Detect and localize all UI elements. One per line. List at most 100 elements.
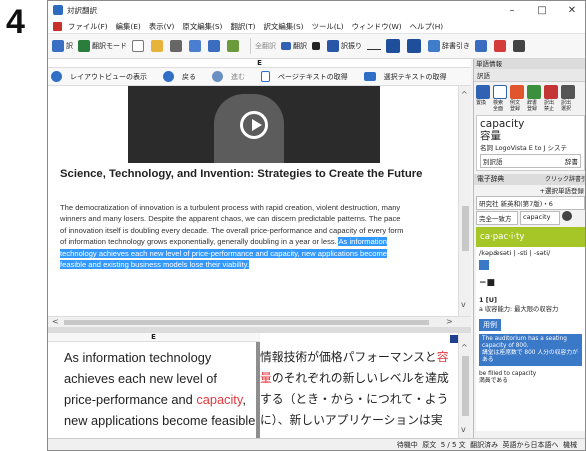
source-text[interactable]: As information technology achieves each …	[64, 347, 255, 431]
dictionary-icon	[428, 40, 440, 52]
menu-tools[interactable]: ツール(L)	[308, 21, 348, 32]
scroll-thumb[interactable]	[462, 206, 469, 251]
view-split-button[interactable]	[386, 36, 402, 56]
search-icon[interactable]	[493, 85, 507, 99]
back-arrow-icon	[163, 71, 174, 82]
dict-register-icon[interactable]	[527, 85, 541, 99]
example-icon[interactable]	[510, 85, 524, 99]
scroll-up-icon[interactable]: ^	[461, 343, 468, 352]
tool-b-button[interactable]	[494, 36, 508, 56]
stop-icon	[312, 42, 320, 50]
layout-icon	[51, 71, 62, 82]
replace-icon[interactable]	[476, 85, 490, 99]
target-text[interactable]: 情報技術が価格パフォーマンスと容 量のそれぞれの新しいレベルを達成 する（とき・…	[260, 347, 449, 431]
scroll-left-icon[interactable]: <	[52, 317, 59, 326]
open-file-button[interactable]	[151, 36, 165, 56]
selected-text[interactable]: As information	[338, 237, 388, 247]
source-pane-header: E	[48, 333, 259, 342]
hscroll-thumb[interactable]	[64, 320, 429, 325]
font-icon	[227, 40, 239, 52]
browser-vertical-scrollbar[interactable]: ^ v	[458, 86, 471, 316]
layout-button[interactable]	[189, 36, 203, 56]
selected-text[interactable]: feasible and existing business models lo…	[60, 260, 249, 270]
translate-all-button[interactable]: 全翻訳	[255, 36, 276, 56]
source-pane[interactable]: As information technology achieves each …	[48, 342, 256, 438]
article-body: The democratization of innovation is a t…	[60, 202, 460, 270]
tab-translation[interactable]: 訳語	[474, 69, 585, 82]
match-select[interactable]: 完全一致方	[476, 211, 518, 225]
app-icon	[53, 5, 63, 15]
menu-view[interactable]: 表示(V)	[145, 21, 179, 32]
dictionary-entry: /kəpǽsəti | ‐sti | ‐səti/ −■ 1 [U] a 収容能…	[476, 247, 585, 431]
forward-button[interactable]: 進む	[212, 71, 253, 82]
video-player[interactable]	[128, 86, 380, 163]
folder-icon	[151, 40, 163, 52]
tool-a-button[interactable]	[475, 36, 489, 56]
underline-button[interactable]	[367, 36, 381, 56]
click-lookup-checkbox[interactable]: クリック辞書引	[545, 174, 585, 185]
back-button[interactable]: 戻る	[163, 71, 204, 82]
get-page-text-button[interactable]: ページテキストの取得	[261, 71, 356, 82]
select-icon[interactable]	[561, 85, 575, 99]
translate-mode-button[interactable]: 翻訳モード	[78, 36, 127, 56]
ruby-button[interactable]: 訳振り	[327, 36, 362, 56]
layout-view-button[interactable]: レイアウトビューの表示	[51, 71, 155, 82]
target-vertical-scrollbar[interactable]: ^ v	[458, 333, 471, 438]
example2: be filled to capacity 満員である	[479, 371, 537, 385]
ruby-icon	[327, 40, 339, 52]
pronunciation: /kəpǽsəti | ‐sti | ‐səti/	[479, 249, 551, 257]
alt-translation-field[interactable]: 別訳語 辞書	[480, 154, 581, 168]
view-horizontal-button[interactable]	[407, 36, 423, 56]
target-pane[interactable]: 情報技術が価格パフォーマンスと容 量のそれぞれの新しいレベルを達成 する（とき・…	[260, 333, 458, 438]
prohibit-icon[interactable]	[544, 85, 558, 99]
menu-source-edit[interactable]: 原文編集(S)	[178, 21, 226, 32]
add-selection-button[interactable]: +選択単語登録	[474, 185, 585, 195]
menu-target-edit[interactable]: 訳文編集(S)	[260, 21, 308, 32]
binoculars-icon[interactable]	[562, 211, 572, 221]
example-tag[interactable]: 用例	[479, 318, 501, 331]
dictionary-select[interactable]: 研究社 新英和(第7版)・6	[476, 196, 585, 210]
grid-button[interactable]	[208, 36, 222, 56]
stop-button[interactable]	[312, 36, 322, 56]
status-text-label: 原文	[422, 441, 437, 449]
scroll-down-icon[interactable]: v	[461, 300, 466, 309]
lookup-word-input[interactable]: capacity	[520, 211, 560, 225]
headword: capacity	[480, 118, 525, 130]
word-tool-labels: 置換 検索 全面 例文 登録 辞書 登録 訳出 禁止 訳出 選択	[476, 100, 572, 112]
close-button[interactable]: ✕	[557, 1, 585, 19]
scroll-thumb[interactable]	[462, 356, 469, 416]
menu-help[interactable]: ヘルプ(H)	[406, 21, 448, 32]
word-entry: capacity 容量 名詞 LogoVista E to J システ 別訳語 …	[476, 115, 585, 171]
page-icon	[261, 71, 270, 82]
print-button[interactable]	[170, 36, 184, 56]
new-file-button[interactable]	[132, 36, 146, 56]
translate-button[interactable]: 翻訳	[281, 36, 307, 56]
scroll-down-icon[interactable]: v	[461, 425, 466, 434]
minimize-button[interactable]: –	[497, 1, 527, 19]
menu-translate[interactable]: 翻訳(T)	[226, 21, 259, 32]
split-view-icon	[386, 39, 400, 53]
selected-text[interactable]: technology achieves each new level of pr…	[60, 248, 387, 258]
grid-icon	[208, 40, 220, 52]
translate-direction-button[interactable]: 訳	[52, 36, 73, 56]
get-selected-text-button[interactable]: 選択テキストの取得	[363, 72, 455, 82]
menu-window[interactable]: ウィンドウ(W)	[348, 21, 406, 32]
maximize-button[interactable]: □	[527, 1, 557, 19]
word-tool-icons	[474, 82, 585, 99]
menu-edit[interactable]: 編集(E)	[112, 21, 145, 32]
horizontal-view-icon	[407, 39, 421, 53]
play-icon[interactable]	[240, 110, 268, 139]
tool-c-button[interactable]	[513, 36, 527, 56]
font-button[interactable]	[227, 36, 241, 56]
status-extra: 機械	[563, 441, 577, 449]
menu-file[interactable]: ファイル(F)	[64, 21, 112, 32]
pane-marker-icon	[450, 335, 458, 343]
scroll-right-icon[interactable]: >	[446, 317, 453, 326]
window-title: 対訳翻訳	[67, 5, 97, 15]
red-book-icon	[494, 40, 506, 52]
scroll-up-icon[interactable]: ^	[461, 90, 468, 99]
browser-horizontal-scrollbar[interactable]: < >	[48, 316, 471, 327]
translation: 容量	[480, 130, 501, 142]
audio-play-icon[interactable]	[479, 260, 489, 270]
dictionary-lookup-button[interactable]: 辞書引き	[428, 36, 470, 56]
